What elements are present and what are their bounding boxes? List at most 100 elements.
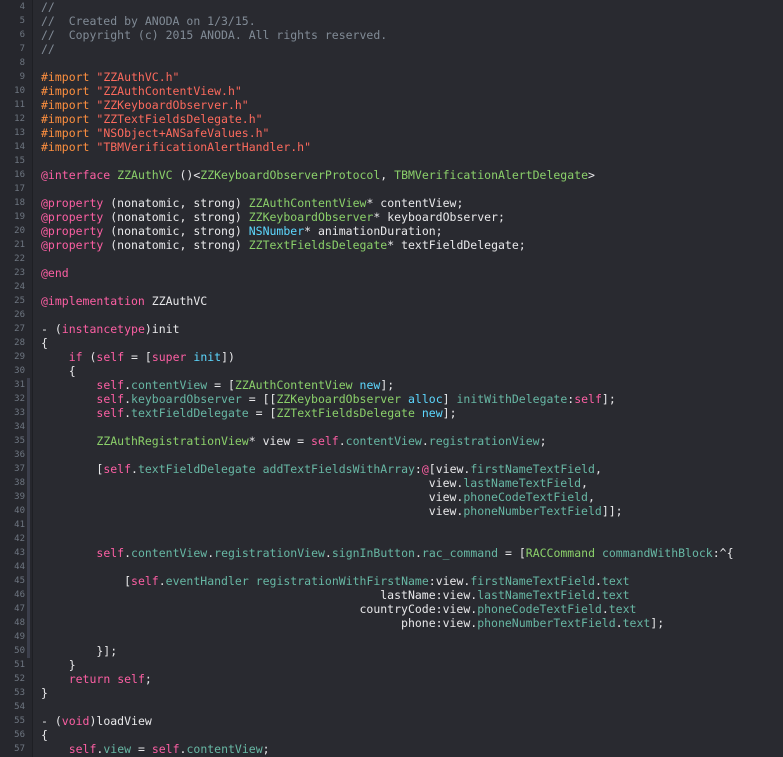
code-line[interactable]: 21 @property (nonatomic, strong) ZZTextFi… [14, 238, 783, 252]
line-number[interactable]: 44 [0, 560, 25, 574]
line-number[interactable]: 24 [0, 280, 25, 294]
code-line[interactable]: 38 view.lastNameTextField, [14, 476, 783, 490]
code-line[interactable]: 30 { [14, 364, 783, 378]
code-line[interactable]: 27- (instancetype)init [14, 322, 783, 336]
code-line[interactable]: 35 ZZAuthRegistrationView* view = self.c… [14, 434, 783, 448]
code-line[interactable]: 13 #import "NSObject+ANSafeValues.h" [14, 126, 783, 140]
line-number[interactable]: 30 [0, 364, 25, 378]
line-number[interactable]: 56 [0, 728, 25, 742]
line-number[interactable]: 27 [0, 322, 25, 336]
code-line[interactable]: 6// Copyright (c) 2015 ANODA. All rights… [20, 28, 783, 42]
line-number[interactable]: 22 [0, 252, 25, 266]
code-line[interactable]: 10 #import "ZZAuthContentView.h" [14, 84, 783, 98]
line-number[interactable]: 14 [0, 140, 25, 154]
line-number[interactable]: 40 [0, 504, 25, 518]
code-editor[interactable]: 4//5// Created by ANODA on 1/3/15. 6// Co… [0, 0, 783, 757]
code-line[interactable]: 17 [14, 182, 783, 196]
line-number[interactable]: 8 [0, 56, 25, 70]
line-number[interactable]: 39 [0, 490, 25, 504]
code-line[interactable]: 42 [14, 532, 783, 546]
code-line[interactable]: 20 @property (nonatomic, strong) NSNumber… [14, 224, 783, 238]
code-line[interactable]: 44 [14, 560, 783, 574]
code-line[interactable]: 26 [14, 308, 783, 322]
line-number[interactable]: 11 [0, 98, 25, 112]
code-line[interactable]: 8 [20, 56, 783, 70]
line-number[interactable]: 18 [0, 196, 25, 210]
code-line[interactable]: 37 [self.textFieldDelegate addTextFields… [14, 462, 783, 476]
line-number[interactable]: 45 [0, 574, 25, 588]
line-number[interactable]: 19 [0, 210, 25, 224]
line-number[interactable]: 20 [0, 224, 25, 238]
code-line[interactable]: 22 [14, 252, 783, 266]
line-number[interactable]: 54 [0, 700, 25, 714]
line-number[interactable]: 55 [0, 714, 25, 728]
line-number[interactable]: 46 [0, 588, 25, 602]
line-number[interactable]: 25 [0, 294, 25, 308]
code-line[interactable]: 46 lastName:view.lastNameTextField.text [14, 588, 783, 602]
line-number[interactable]: 52 [0, 672, 25, 686]
code-line[interactable]: 57 self.view = self.contentView; [14, 742, 783, 756]
code-line[interactable]: 19 @property (nonatomic, strong) ZZKeyboa… [14, 210, 783, 224]
code-line[interactable]: 49 [14, 630, 783, 644]
code-line[interactable]: 45 [self.eventHandler registrationWithFi… [14, 574, 783, 588]
code-line[interactable]: 47 countryCode:view.phoneCodeTextField.t… [14, 602, 783, 616]
code-line[interactable]: 16 @interface ZZAuthVC ()<ZZKeyboardObser… [14, 168, 783, 182]
line-number[interactable]: 33 [0, 406, 25, 420]
line-number[interactable]: 29 [0, 350, 25, 364]
code-line[interactable]: 32 self.keyboardObserver = [[ZZKeyboardO… [14, 392, 783, 406]
line-number[interactable]: 26 [0, 308, 25, 322]
line-number[interactable]: 15 [0, 154, 25, 168]
line-number[interactable]: 21 [0, 238, 25, 252]
code-line[interactable]: 14 #import "TBMVerificationAlertHandler.h… [14, 140, 783, 154]
code-line[interactable]: 51 } [14, 658, 783, 672]
code-line[interactable]: 4// [20, 0, 783, 14]
line-number[interactable]: 6 [0, 28, 25, 42]
line-number[interactable]: 48 [0, 616, 25, 630]
code-line[interactable]: 36 [14, 448, 783, 462]
line-number[interactable]: 47 [0, 602, 25, 616]
code-line[interactable]: 39 view.phoneCodeTextField, [14, 490, 783, 504]
code-line[interactable]: 5// Created by ANODA on 1/3/15. [20, 14, 783, 28]
line-number[interactable]: 31 [0, 378, 25, 392]
line-number[interactable]: 13 [0, 126, 25, 140]
code-line[interactable]: 34 [14, 420, 783, 434]
code-line[interactable]: 25 @implementation ZZAuthVC [14, 294, 783, 308]
code-line[interactable]: 18 @property (nonatomic, strong) ZZAuthCo… [14, 196, 783, 210]
code-line[interactable]: 12 #import "ZZTextFieldsDelegate.h" [14, 112, 783, 126]
code-line[interactable]: 29 if (self = [super init]) [14, 350, 783, 364]
code-line[interactable]: 56{ [14, 728, 783, 742]
code-line[interactable]: 11 #import "ZZKeyboardObserver.h" [14, 98, 783, 112]
code-line[interactable]: 31 self.contentView = [ZZAuthContentView… [14, 378, 783, 392]
code-line[interactable]: 52 return self; [14, 672, 783, 686]
code-line[interactable]: 43 self.contentView.registrationView.sig… [14, 546, 783, 560]
line-number[interactable]: 50 [0, 644, 25, 658]
line-number[interactable]: 38 [0, 476, 25, 490]
code-line[interactable]: 33 self.textFieldDelegate = [ZZTextField… [14, 406, 783, 420]
line-number[interactable]: 49 [0, 630, 25, 644]
line-number[interactable]: 53 [0, 686, 25, 700]
code-line[interactable]: 7// [20, 42, 783, 56]
line-number[interactable]: 36 [0, 448, 25, 462]
line-number[interactable]: 10 [0, 84, 25, 98]
code-line[interactable]: 50 }]; [14, 644, 783, 658]
line-number[interactable]: 4 [0, 0, 25, 14]
line-number[interactable]: 17 [0, 182, 25, 196]
line-number[interactable]: 16 [0, 168, 25, 182]
line-number[interactable]: 9 [0, 70, 25, 84]
code-line[interactable]: 23 @end [14, 266, 783, 280]
code-line[interactable]: 55- (void)loadView [14, 714, 783, 728]
line-number[interactable]: 34 [0, 420, 25, 434]
line-number[interactable]: 7 [0, 42, 25, 56]
code-line[interactable]: 54 [14, 700, 783, 714]
line-number[interactable]: 32 [0, 392, 25, 406]
code-line[interactable]: 48 phone:view.phoneNumberTextField.text]… [14, 616, 783, 630]
line-number[interactable]: 28 [0, 336, 25, 350]
line-number[interactable]: 5 [0, 14, 25, 28]
code-line[interactable]: 9 #import "ZZAuthVC.h" [20, 70, 783, 84]
line-number[interactable]: 43 [0, 546, 25, 560]
line-number[interactable]: 37 [0, 462, 25, 476]
code-line[interactable]: 41 [14, 518, 783, 532]
code-line[interactable]: 24 [14, 280, 783, 294]
line-number[interactable]: 23 [0, 266, 25, 280]
code-line[interactable]: 15 [14, 154, 783, 168]
